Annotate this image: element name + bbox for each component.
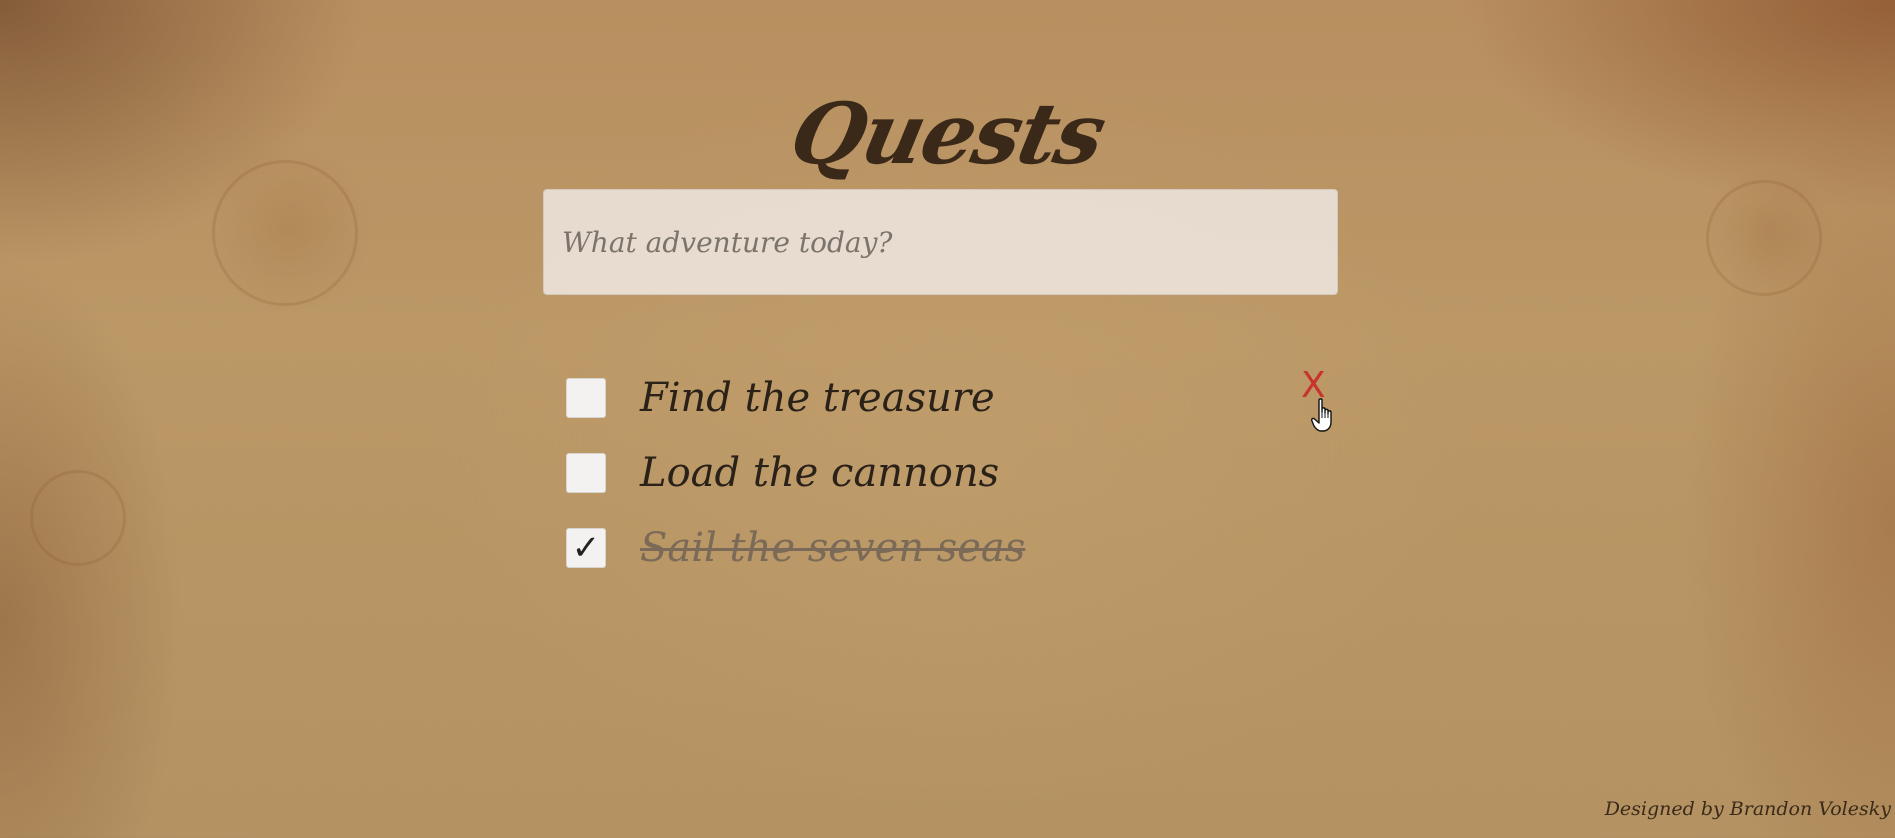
quest-label: Sail the seven seas xyxy=(640,524,1026,571)
hand-pointer-icon xyxy=(1311,398,1332,432)
quest-checkbox[interactable] xyxy=(566,452,606,493)
page-title: Quests xyxy=(782,84,1113,184)
new-quest-input[interactable] xyxy=(543,189,1338,295)
coffee-stain xyxy=(30,470,126,566)
quest-label: Load the cannons xyxy=(640,449,1000,496)
coffee-stain xyxy=(1706,180,1822,296)
designer-credit: Designed by Brandon Volesky xyxy=(1604,798,1891,820)
quest-checkbox[interactable]: ✓ xyxy=(566,527,606,568)
checkmark-icon: ✓ xyxy=(571,527,601,568)
quest-label: Find the treasure xyxy=(640,374,995,421)
quest-item: ✓ Sail the seven seas xyxy=(566,510,1346,585)
quest-item: Load the cannons xyxy=(566,435,1346,510)
quest-list: Find the treasure X Load the cannons ✓ S… xyxy=(566,360,1346,585)
quest-checkbox[interactable] xyxy=(566,377,606,418)
quest-item: Find the treasure X xyxy=(566,360,1346,435)
